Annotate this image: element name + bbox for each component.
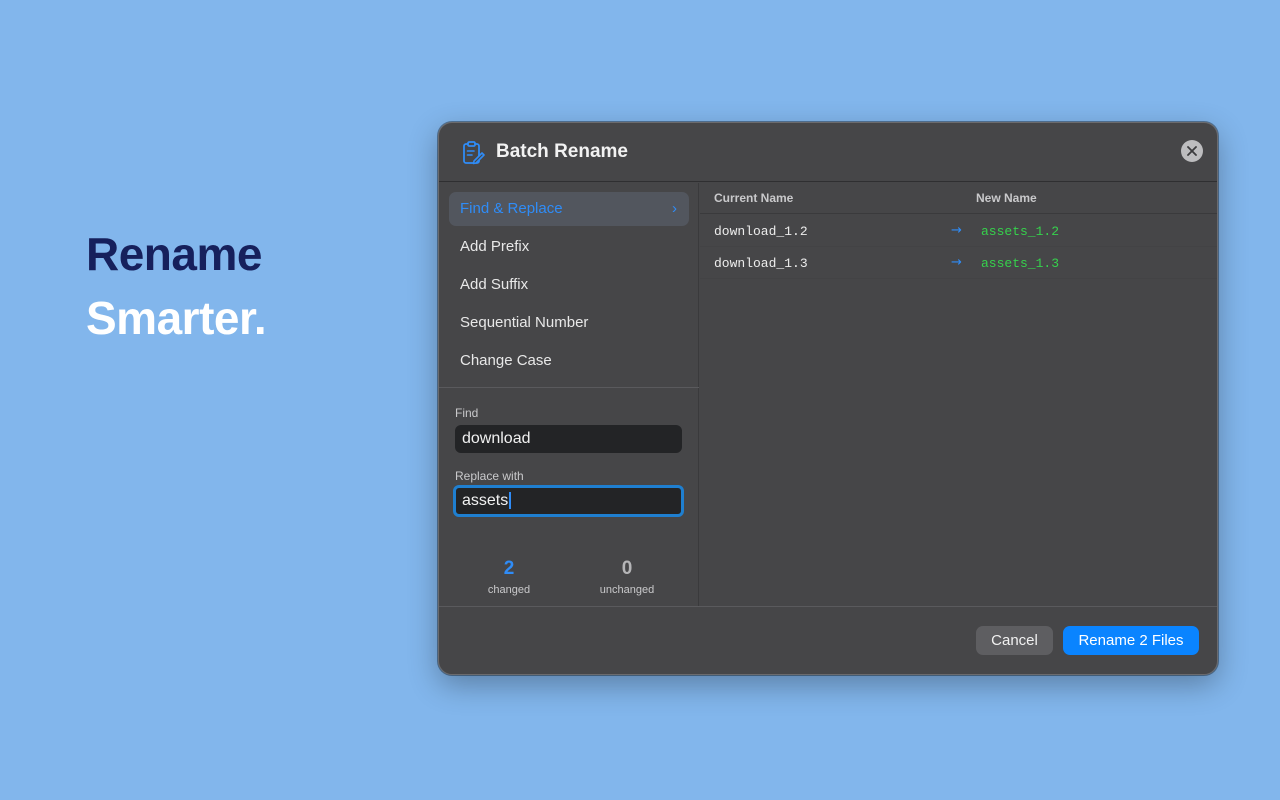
mode-label: Sequential Number xyxy=(460,314,589,331)
current-name-cell: download_1.2 xyxy=(714,224,808,239)
mode-change-case[interactable]: Change Case xyxy=(449,344,689,378)
mode-sequential-number[interactable]: Sequential Number xyxy=(449,306,689,340)
chevron-right-icon: › xyxy=(672,200,677,217)
changed-value: 2 xyxy=(503,558,515,579)
table-row[interactable]: download_1.3 → assets_1.3 xyxy=(700,247,1217,279)
mode-add-prefix[interactable]: Add Prefix xyxy=(449,230,689,264)
hero-line-1: Rename xyxy=(86,228,262,280)
unchanged-label: unchanged xyxy=(599,584,655,596)
replace-value: assets xyxy=(462,492,509,509)
table-row[interactable]: download_1.2 → assets_1.2 xyxy=(700,215,1217,247)
replace-label: Replace with xyxy=(455,469,524,483)
find-input[interactable] xyxy=(455,425,682,453)
mode-label: Find & Replace xyxy=(460,200,563,217)
table-header: Current Name New Name xyxy=(700,183,1217,214)
new-name-cell: assets_1.3 xyxy=(981,256,1060,271)
close-icon xyxy=(1187,146,1197,156)
batch-rename-dialog: Batch Rename Find & Replace › Add Prefix… xyxy=(438,122,1218,675)
changed-count: 2 changed xyxy=(449,558,569,596)
mode-label: Add Prefix xyxy=(460,238,530,255)
mode-find-replace[interactable]: Find & Replace › xyxy=(449,192,689,226)
changed-label: changed xyxy=(487,584,531,596)
new-name-cell: assets_1.2 xyxy=(981,224,1060,239)
dialog-title: Batch Rename xyxy=(496,141,628,162)
hero-tagline: Rename Smarter. xyxy=(86,222,267,350)
clipboard-edit-icon xyxy=(463,141,485,165)
rename-files-button[interactable]: Rename 2 Files xyxy=(1063,626,1199,655)
mode-label: Change Case xyxy=(460,352,552,369)
mode-label: Add Suffix xyxy=(460,276,529,293)
rename-mode-sidebar: Find & Replace › Add Prefix Add Suffix S… xyxy=(439,183,699,606)
dialog-titlebar: Batch Rename xyxy=(439,123,1217,182)
hero-line-2: Smarter. xyxy=(86,292,267,344)
preview-table: Current Name New Name download_1.2 → ass… xyxy=(700,183,1217,606)
close-button[interactable] xyxy=(1181,140,1203,162)
header-current-name: Current Name xyxy=(714,191,794,205)
unchanged-value: 0 xyxy=(621,558,633,579)
arrow-right-icon: → xyxy=(951,255,962,270)
unchanged-count: 0 unchanged xyxy=(567,558,687,596)
dialog-footer: Cancel Rename 2 Files xyxy=(439,606,1217,674)
mode-list: Find & Replace › Add Prefix Add Suffix S… xyxy=(439,183,699,388)
text-caret xyxy=(509,492,512,510)
replace-input[interactable]: assets xyxy=(453,485,684,517)
current-name-cell: download_1.3 xyxy=(714,256,808,271)
header-new-name: New Name xyxy=(976,191,1037,205)
arrow-right-icon: → xyxy=(951,223,962,238)
mode-add-suffix[interactable]: Add Suffix xyxy=(449,268,689,302)
find-label: Find xyxy=(455,406,479,420)
cancel-button[interactable]: Cancel xyxy=(976,626,1053,655)
